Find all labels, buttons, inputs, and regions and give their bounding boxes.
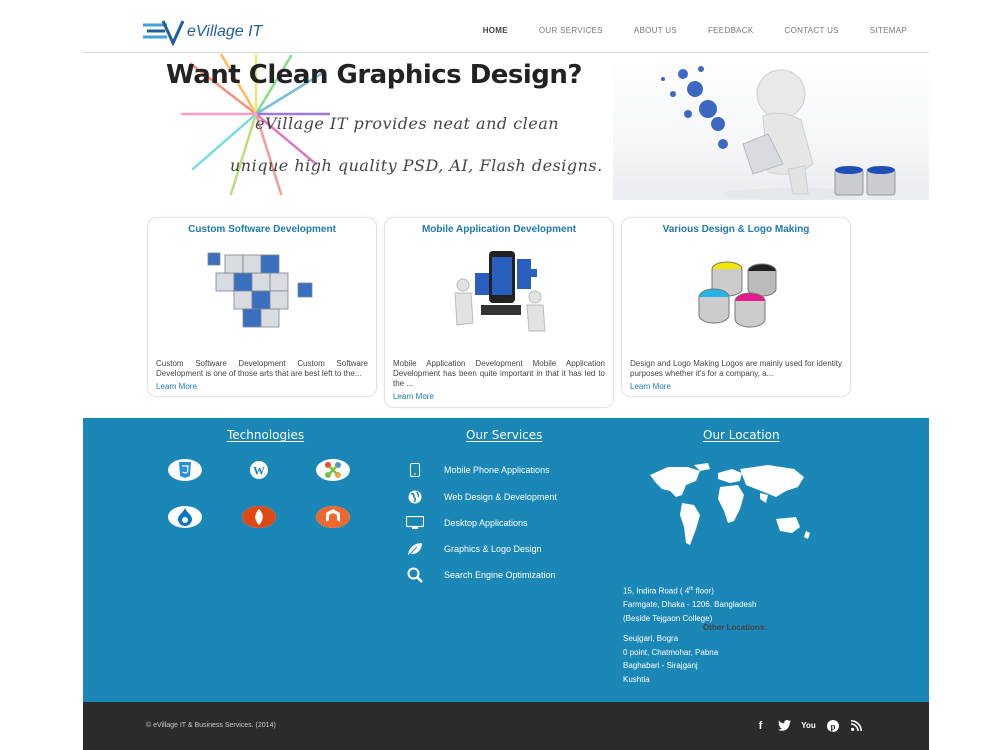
html5-icon <box>168 459 202 481</box>
monitor-icon <box>406 515 424 531</box>
service-card-design: Various Design & Logo Making Design and … <box>621 217 851 397</box>
service-item[interactable]: Web Design & Development <box>406 489 557 505</box>
nav-about-us[interactable]: ABOUT US <box>634 26 677 35</box>
card-description: Mobile Application Development Mobile Ap… <box>393 359 605 388</box>
banner-subtitle-1: eVillage IT provides neat and clean <box>255 114 560 133</box>
twitter-icon[interactable] <box>778 719 791 732</box>
service-item[interactable]: Graphics & Logo Design <box>406 541 542 557</box>
rss-icon[interactable] <box>850 719 863 732</box>
logo-text: eVillage IT <box>187 23 263 40</box>
main-nav: HOME OUR SERVICES ABOUT US FEEDBACK CONT… <box>452 26 907 35</box>
nav-home[interactable]: HOME <box>483 26 508 35</box>
wordpress-icon: W <box>242 459 276 481</box>
service-card-mobile: Mobile Application Development Mobile Ap… <box>384 217 614 408</box>
learn-more-link[interactable]: Learn More <box>622 382 850 391</box>
main-address: 15, Indira Road ( 4th floor) Farmgate, D… <box>623 583 756 625</box>
drupal-icon <box>168 506 202 528</box>
hero-banner: Want Clean Graphics Design? eVillage IT … <box>83 54 929 200</box>
pinterest-icon[interactable]: p <box>826 719 839 732</box>
nav-feedback[interactable]: FEEDBACK <box>708 26 754 35</box>
social-links: f You p <box>754 719 863 732</box>
world-map-image <box>650 463 810 545</box>
card-description: Custom Software Development Custom Softw… <box>156 359 368 378</box>
service-label: Desktop Applications <box>444 518 528 528</box>
nav-contact-us[interactable]: CONTACT US <box>785 26 839 35</box>
nav-sitemap[interactable]: SITEMAP <box>870 26 907 35</box>
other-location: Baghabari - Sirajganj <box>623 661 698 670</box>
service-item[interactable]: Mobile Phone Applications <box>406 462 550 478</box>
service-label: Mobile Phone Applications <box>444 465 550 475</box>
other-locations-title: Other Locations: <box>703 623 768 632</box>
leaf-icon <box>406 541 424 557</box>
copyright-text: © eVillage IT & Business Services. (2014… <box>146 722 276 729</box>
painter-figure-image <box>613 54 929 200</box>
banner-title: Want Clean Graphics Design? <box>166 60 583 90</box>
service-label: Web Design & Development <box>444 492 557 502</box>
other-location: 0 point, Chatmohar, Pabna <box>623 647 719 657</box>
search-icon <box>406 567 424 583</box>
cubes-icon <box>148 243 376 353</box>
learn-more-link[interactable]: Learn More <box>385 392 613 401</box>
learn-more-link[interactable]: Learn More <box>148 382 376 391</box>
card-title[interactable]: Various Design & Logo Making <box>622 224 850 235</box>
address-line-2: Farmgate, Dhaka - 1206. Bangladesh <box>623 600 757 610</box>
mobile-icon <box>406 462 424 478</box>
logo[interactable]: eVillage IT <box>141 17 262 47</box>
puzzle-phone-icon <box>385 243 613 353</box>
magento-icon <box>316 506 350 528</box>
services-title: Our Services <box>466 428 543 442</box>
info-panel: Technologies W Our Services Mobile Phone… <box>83 418 929 702</box>
service-card-software: Custom Software Development Custom Softw… <box>147 217 377 397</box>
joomla-icon <box>316 459 350 481</box>
paint-buckets-icon <box>622 243 850 353</box>
site-header: eVillage IT HOME OUR SERVICES ABOUT US F… <box>83 0 929 53</box>
card-description: Design and Logo Making Logos are mainly … <box>630 359 842 378</box>
youtube-icon[interactable]: You <box>801 719 816 732</box>
service-item[interactable]: Desktop Applications <box>406 515 528 531</box>
card-title[interactable]: Mobile Application Development <box>385 224 613 235</box>
globe-icon <box>406 489 424 505</box>
nav-our-services[interactable]: OUR SERVICES <box>539 26 603 35</box>
address-line-1: 15, Indira Road ( 4th floor) <box>623 586 714 596</box>
service-item[interactable]: Search Engine Optimization <box>406 567 556 583</box>
location-title: Our Location <box>703 428 780 442</box>
facebook-icon[interactable]: f <box>754 719 767 732</box>
logo-icon <box>143 20 185 47</box>
banner-subtitle-2: unique high quality PSD, AI, Flash desig… <box>230 156 603 175</box>
svg-text:p: p <box>830 721 835 731</box>
other-locations-list: Seujgari, Bogra 0 point, Chatmohar, Pabn… <box>623 632 718 686</box>
svg-text:W: W <box>253 464 265 478</box>
codeigniter-icon <box>242 506 276 528</box>
site-footer: © eVillage IT & Business Services. (2014… <box>83 702 929 750</box>
card-title[interactable]: Custom Software Development <box>148 224 376 235</box>
service-label: Search Engine Optimization <box>444 570 556 580</box>
other-location: Seujgari, Bogra <box>623 634 679 643</box>
technologies-title: Technologies <box>227 428 305 442</box>
other-location: Kushtia <box>623 674 650 684</box>
service-label: Graphics & Logo Design <box>444 544 542 554</box>
